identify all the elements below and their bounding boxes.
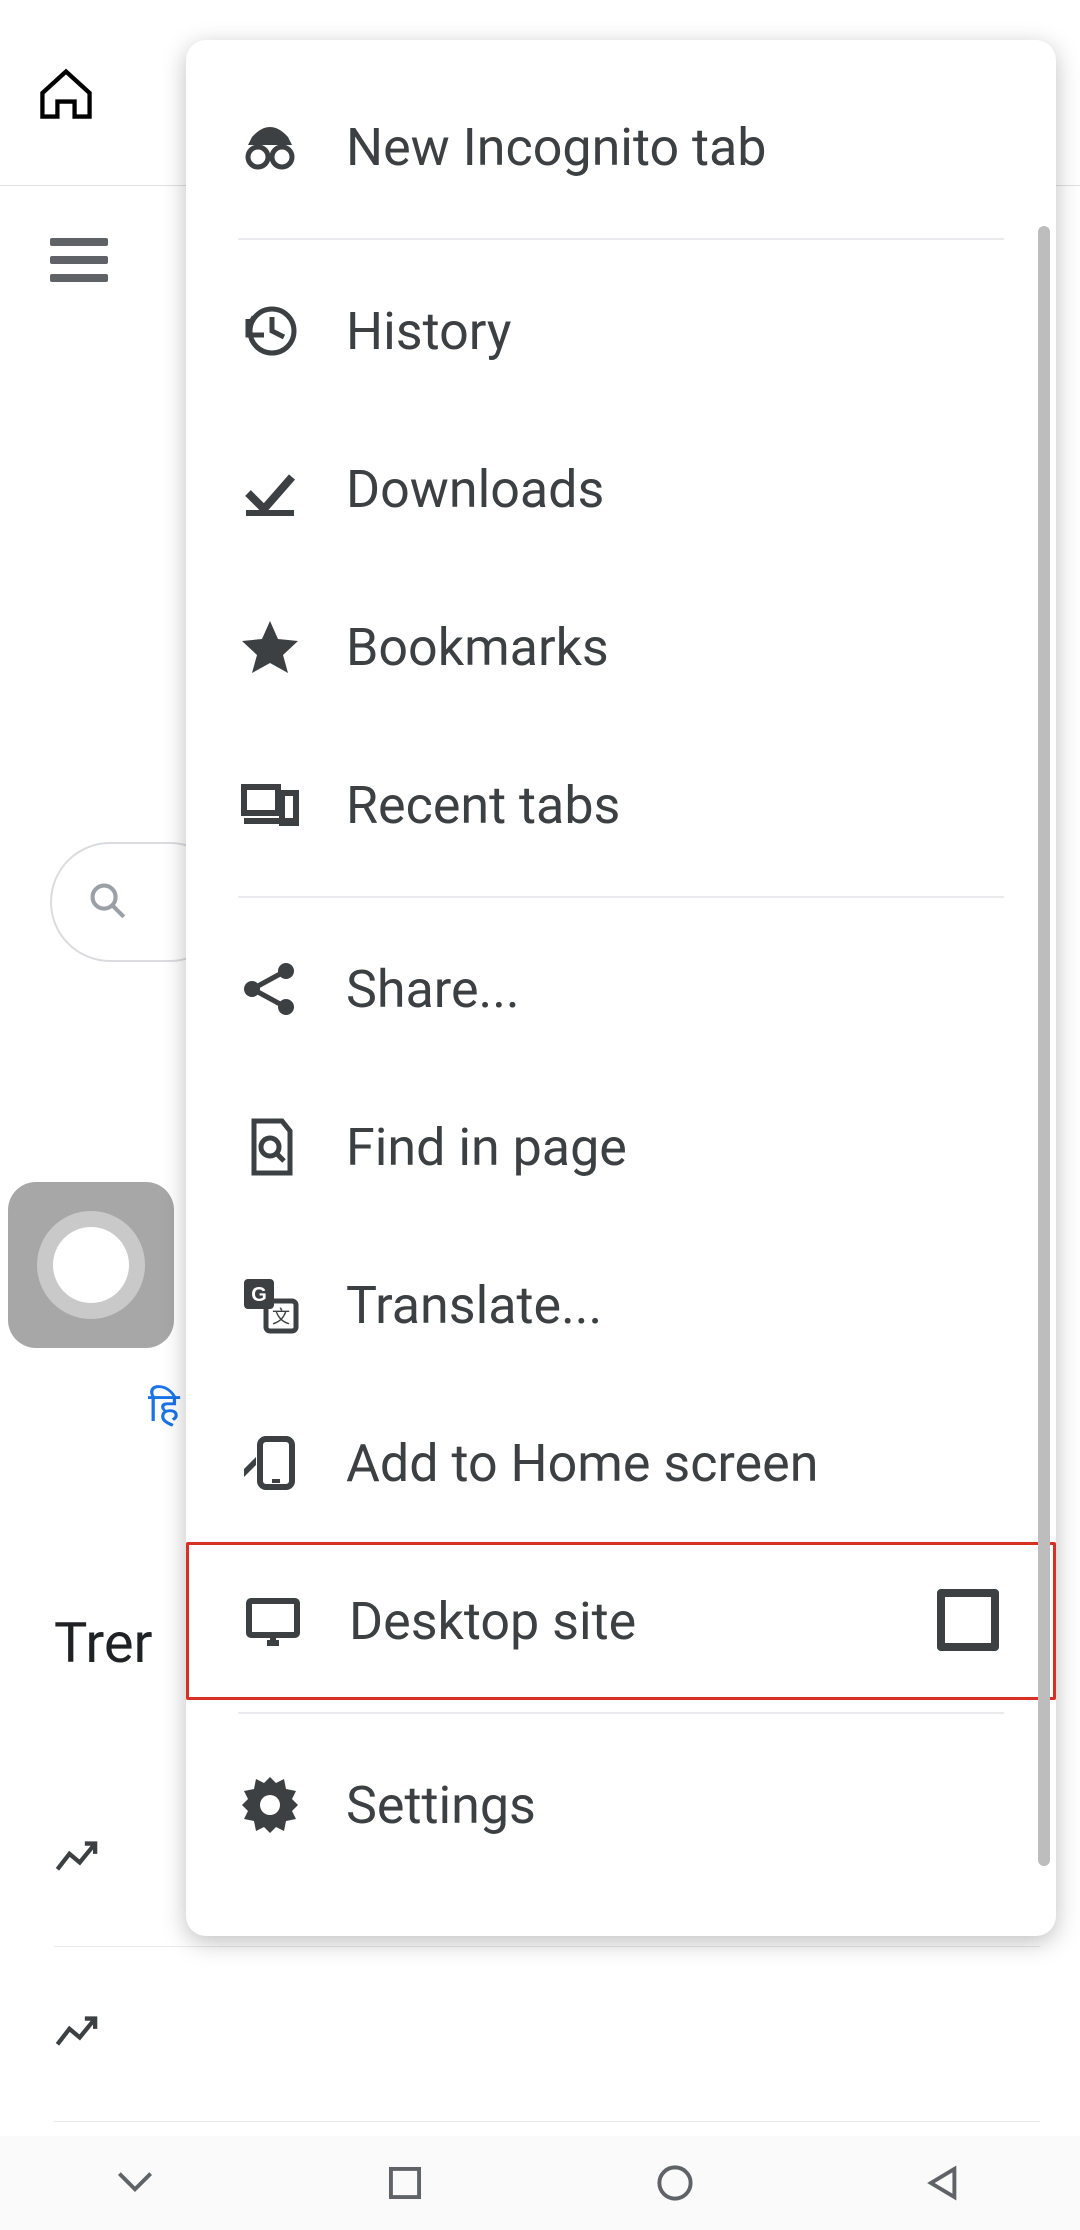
home-circle-icon[interactable]: [650, 2158, 700, 2208]
language-link-fragment[interactable]: हि: [148, 1378, 180, 1433]
menu-item-label: Bookmarks: [346, 617, 1004, 678]
trending-icon: [54, 2010, 102, 2058]
chevron-down-icon[interactable]: [110, 2158, 160, 2208]
desktop-icon: [241, 1589, 305, 1653]
menu-item-label: Recent tabs: [346, 775, 1004, 836]
search-icon: [86, 879, 132, 925]
settings-icon: [238, 1773, 302, 1837]
menu-scrollbar[interactable]: [1038, 226, 1050, 1866]
back-triangle-icon[interactable]: [920, 2158, 970, 2208]
menu-item-label: New Incognito tab: [346, 117, 1004, 178]
translate-icon: [238, 1273, 302, 1337]
share-icon: [238, 957, 302, 1021]
menu-divider: [238, 238, 1004, 240]
menu-item-label: History: [346, 301, 1004, 362]
hamburger-icon[interactable]: [50, 238, 108, 282]
menu-item-downloads[interactable]: Downloads: [186, 410, 1056, 568]
menu-item-new-incognito-tab[interactable]: New Incognito tab: [186, 68, 1056, 226]
overflow-menu: New Incognito tab History Downloads Bookmar…: [186, 40, 1056, 1936]
menu-item-share[interactable]: Share...: [186, 910, 1056, 1068]
menu-item-label: Add to Home screen: [346, 1433, 1004, 1494]
checkbox-unchecked[interactable]: [937, 1589, 1001, 1653]
menu-item-label: Share...: [346, 959, 1004, 1020]
trending-icon: [54, 1835, 102, 1883]
home-icon[interactable]: [36, 63, 96, 123]
menu-item-label: Settings: [346, 1775, 1004, 1836]
trending-item[interactable]: [54, 1947, 1040, 2122]
add-home-icon: [238, 1431, 302, 1495]
system-nav-bar: [0, 2136, 1080, 2230]
menu-divider: [238, 896, 1004, 898]
menu-divider: [238, 1712, 1004, 1714]
menu-item-find-in-page[interactable]: Find in page: [186, 1068, 1056, 1226]
downloads-icon: [238, 457, 302, 521]
menu-item-bookmarks[interactable]: Bookmarks: [186, 568, 1056, 726]
menu-item-label: Translate...: [346, 1275, 1004, 1336]
menu-item-label: Find in page: [346, 1117, 1004, 1178]
recent-tabs-icon: [238, 773, 302, 837]
menu-item-desktop-site[interactable]: Desktop site: [186, 1542, 1056, 1700]
bookmarks-icon: [238, 615, 302, 679]
menu-item-translate[interactable]: Translate...: [186, 1226, 1056, 1384]
assistive-touch[interactable]: [8, 1182, 174, 1348]
history-icon: [238, 299, 302, 363]
menu-item-add-to-home-screen[interactable]: Add to Home screen: [186, 1384, 1056, 1542]
incognito-icon: [238, 115, 302, 179]
menu-item-settings[interactable]: Settings: [186, 1726, 1056, 1884]
recent-apps-icon[interactable]: [380, 2158, 430, 2208]
trending-heading-fragment: Trer: [54, 1610, 153, 1676]
menu-item-history[interactable]: History: [186, 252, 1056, 410]
find-in-page-icon: [238, 1115, 302, 1179]
menu-item-label: Desktop site: [349, 1591, 893, 1652]
menu-item-label: Downloads: [346, 459, 1004, 520]
menu-item-recent-tabs[interactable]: Recent tabs: [186, 726, 1056, 884]
